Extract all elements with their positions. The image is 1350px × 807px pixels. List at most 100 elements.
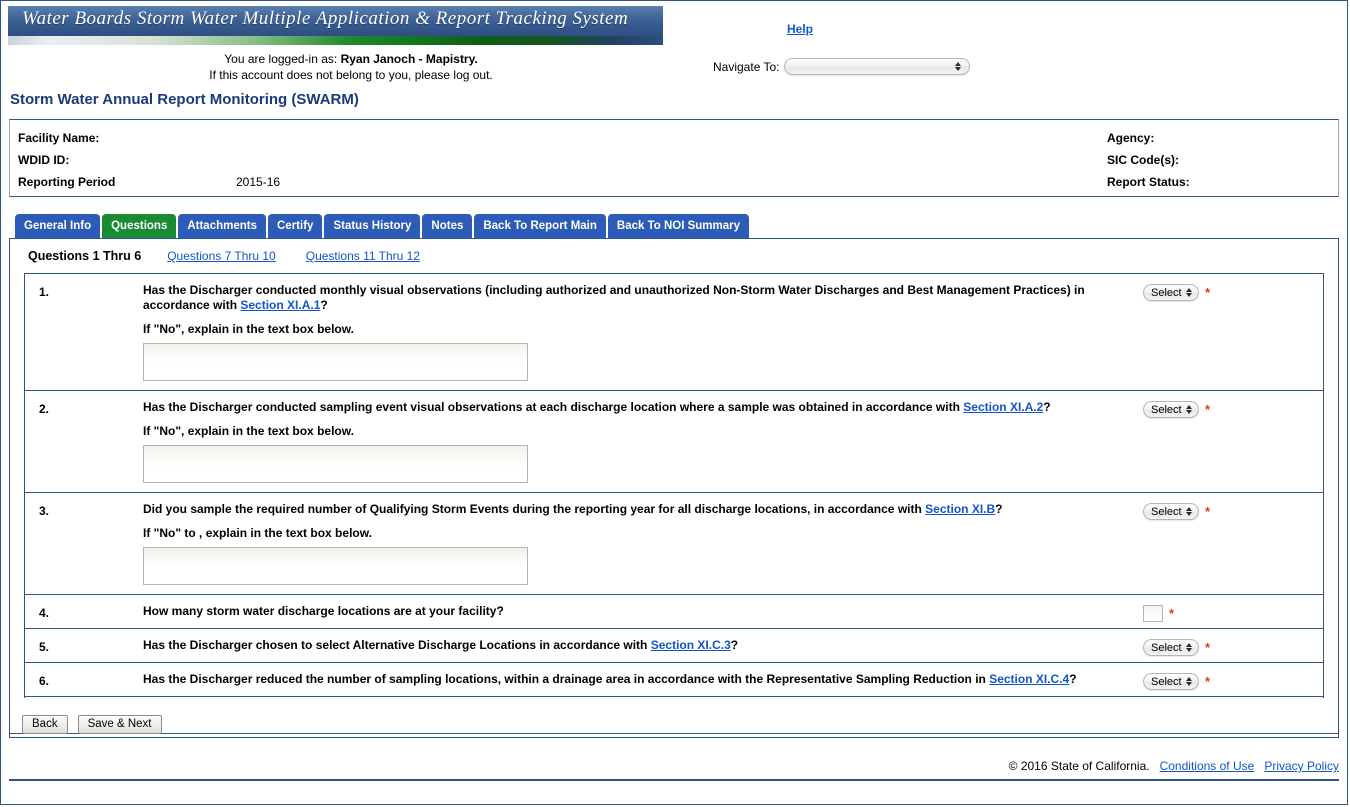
tab-certify[interactable]: Certify	[268, 214, 323, 238]
navigate-to-select[interactable]	[783, 58, 970, 75]
question-section-link[interactable]: Section XI.C.4	[989, 672, 1069, 686]
questions-content-panel: Questions 1 Thru 6 Questions 7 Thru 10 Q…	[9, 238, 1339, 734]
question-text-part-a: How many storm water discharge locations…	[143, 604, 504, 618]
question-explanation-textarea[interactable]	[143, 547, 528, 585]
answer-select-value: Select	[1151, 286, 1182, 299]
question-subtext: If "No", explain in the text box below.	[143, 322, 354, 336]
facility-info-right: Agency: SIC Code(s): Report Status:	[1107, 127, 1190, 193]
tab-questions[interactable]: Questions	[102, 214, 177, 238]
tab-back-to-noi-summary[interactable]: Back To NOI Summary	[607, 214, 750, 238]
questions-table: 1. Has the Discharger conducted monthly v…	[24, 273, 1324, 698]
info-label-facility-name: Facility Name:	[18, 131, 100, 145]
navigate-to-label: Navigate To:	[713, 59, 780, 74]
conditions-of-use-link[interactable]: Conditions of Use	[1160, 759, 1255, 773]
answer-select[interactable]: Select	[1143, 503, 1199, 520]
info-value-reporting-period: 2015-16	[236, 175, 281, 189]
question-text: Has the Discharger reduced the number of…	[143, 672, 1105, 687]
question-number: 1.	[39, 285, 50, 299]
question-row: 6. Has the Discharger reduced the number …	[25, 663, 1323, 697]
banner-gradient: Water Boards Storm Water Multiple Applic…	[8, 6, 663, 36]
facility-info-panel: Facility Name: WDID ID: Reporting Period…	[9, 119, 1339, 197]
page-footer: © 2016 State of California. Conditions of…	[9, 759, 1339, 781]
logged-in-line: You are logged-in as: Ryan Janoch - Mapi…	[1, 51, 701, 67]
required-asterisk: *	[1205, 673, 1211, 689]
site-banner: Water Boards Storm Water Multiple Applic…	[8, 6, 663, 46]
question-row: 3. Did you sample the required number of …	[25, 493, 1323, 595]
question-text: Did you sample the required number of Qu…	[143, 502, 1105, 517]
question-text: Has the Discharger conducted monthly vis…	[143, 283, 1105, 313]
page-root: Water Boards Storm Water Multiple Applic…	[0, 0, 1348, 805]
required-asterisk: *	[1205, 401, 1211, 417]
question-section-link[interactable]: Section XI.A.1	[240, 298, 320, 312]
subtab-link-11-thru-12[interactable]: Questions 11 Thru 12	[306, 249, 420, 263]
question-body: Has the Discharger chosen to select Alte…	[143, 629, 1143, 662]
question-number: 4.	[39, 606, 50, 620]
question-text-part-a: Has the Discharger conducted sampling ev…	[143, 400, 964, 414]
question-text: Has the Discharger conducted sampling ev…	[143, 400, 1105, 415]
chevron-updown-icon	[1183, 285, 1195, 300]
save-and-next-button[interactable]: Save & Next	[77, 715, 162, 734]
info-label-reporting-period: Reporting Period	[18, 175, 116, 189]
chevron-updown-icon	[1183, 402, 1195, 417]
question-text-part-b: ?	[320, 298, 328, 312]
question-section-link[interactable]: Section XI.B	[925, 502, 995, 516]
question-text-part-b: ?	[1069, 672, 1077, 686]
required-asterisk: *	[1205, 503, 1211, 519]
chevron-updown-icon	[1183, 674, 1195, 689]
facility-info-left: Facility Name: WDID ID: Reporting Period…	[18, 127, 280, 193]
question-text-part-a: Has the Discharger chosen to select Alte…	[143, 638, 651, 652]
question-text-part-a: Has the Discharger reduced the number of…	[143, 672, 990, 686]
session-info: You are logged-in as: Ryan Janoch - Mapi…	[1, 51, 701, 83]
answer-select[interactable]: Select	[1143, 401, 1199, 418]
footer-copyright: © 2016 State of California.	[1008, 759, 1150, 773]
required-asterisk: *	[1205, 639, 1211, 655]
answer-select-value: Select	[1151, 505, 1182, 518]
question-number: 3.	[39, 504, 50, 518]
info-label-wdid-id: WDID ID:	[18, 153, 70, 167]
question-number: 6.	[39, 674, 50, 688]
question-number: 2.	[39, 402, 50, 416]
question-body: Did you sample the required number of Qu…	[143, 493, 1143, 594]
question-subtext: If "No" to , explain in the text box bel…	[143, 526, 372, 540]
tab-attachments[interactable]: Attachments	[178, 214, 266, 238]
question-explanation-textarea[interactable]	[143, 343, 528, 381]
tab-notes[interactable]: Notes	[422, 214, 473, 238]
question-group-subtabs: Questions 1 Thru 6 Questions 7 Thru 10 Q…	[10, 239, 1338, 268]
question-body: Has the Discharger conducted sampling ev…	[143, 391, 1143, 492]
tab-back-to-report-main[interactable]: Back To Report Main	[474, 214, 606, 238]
tab-status-history[interactable]: Status History	[324, 214, 421, 238]
question-subtext: If "No", explain in the text box below.	[143, 424, 354, 438]
info-row-report-status: Report Status:	[1107, 171, 1190, 193]
answer-number-input[interactable]	[1143, 605, 1163, 622]
answer-select[interactable]: Select	[1143, 284, 1199, 301]
back-button[interactable]: Back	[22, 715, 68, 734]
question-text-part-b: ?	[1043, 400, 1051, 414]
question-section-link[interactable]: Section XI.A.2	[963, 400, 1043, 414]
question-answer-control: Select *	[1143, 391, 1323, 418]
answer-select[interactable]: Select	[1143, 639, 1199, 656]
banner-title: Water Boards Storm Water Multiple Applic…	[22, 8, 629, 29]
banner-accent-bar	[8, 36, 663, 45]
question-answer-control: Select *	[1143, 663, 1323, 690]
answer-select[interactable]: Select	[1143, 673, 1199, 690]
privacy-policy-link[interactable]: Privacy Policy	[1264, 759, 1339, 773]
subtab-link-7-thru-10[interactable]: Questions 7 Thru 10	[167, 249, 276, 263]
question-answer-control: Select *	[1143, 274, 1323, 301]
question-explanation-textarea[interactable]	[143, 445, 528, 483]
info-row-sic-code: SIC Code(s):	[1107, 149, 1190, 171]
chevron-updown-icon	[952, 59, 964, 74]
question-row: 2. Has the Discharger conducted sampling …	[25, 391, 1323, 493]
question-section-link[interactable]: Section XI.C.3	[651, 638, 731, 652]
answer-select-value: Select	[1151, 641, 1182, 654]
tab-general-info[interactable]: General Info	[15, 214, 101, 238]
question-body: How many storm water discharge locations…	[143, 595, 1143, 628]
question-text: How many storm water discharge locations…	[143, 604, 1105, 619]
help-link[interactable]: Help	[787, 22, 813, 36]
question-row: 4. How many storm water discharge locatio…	[25, 595, 1323, 629]
info-label-agency: Agency:	[1107, 131, 1155, 145]
info-row-agency: Agency:	[1107, 127, 1190, 149]
page-title: Storm Water Annual Report Monitoring (SW…	[10, 91, 359, 108]
logout-note: If this account does not belong to you, …	[209, 68, 493, 82]
required-asterisk: *	[1169, 605, 1175, 621]
form-button-bar: Back Save & Next	[9, 712, 1339, 738]
